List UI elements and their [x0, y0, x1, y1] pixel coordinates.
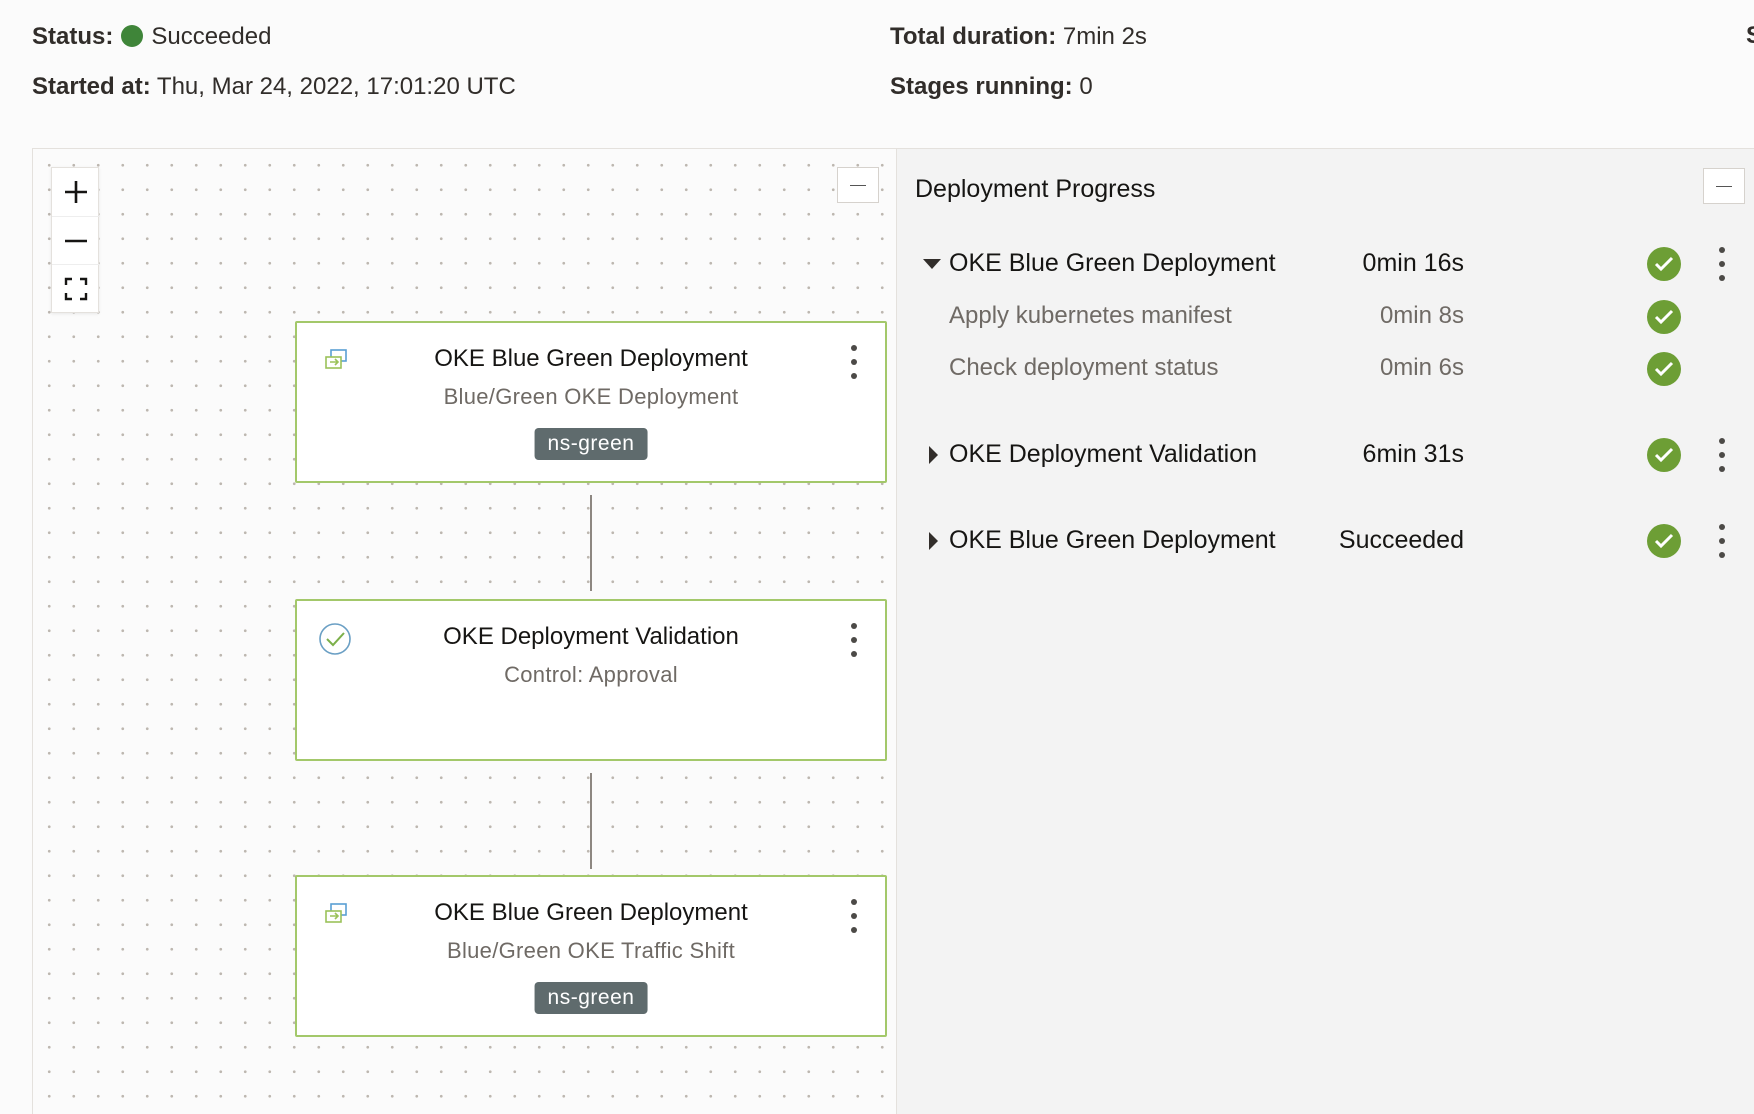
step-duration: 0min 6s: [1379, 354, 1464, 381]
stage-card[interactable]: OKE Blue Green Deployment Blue/Green OKE…: [295, 875, 887, 1037]
stage-title: OKE Deployment Validation: [443, 623, 739, 650]
success-check-icon: [1647, 247, 1681, 281]
status-label: Status:: [32, 23, 114, 50]
progress-row[interactable]: OKE Blue Green Deployment 0min 16s: [897, 244, 1754, 284]
deployment-progress-panel: Deployment Progress OKE Blue Green Deplo…: [897, 148, 1754, 1114]
progress-subrow: Apply kubernetes manifest 0min 8s: [897, 297, 1754, 337]
progress-row[interactable]: OKE Deployment Validation 6min 31s: [897, 435, 1754, 475]
pipeline-canvas[interactable]: OKE Blue Green Deployment Blue/Green OKE…: [32, 148, 897, 1114]
status-value: Succeeded: [151, 23, 272, 50]
fit-to-screen-icon: [64, 277, 88, 300]
stage-duration: 0min 16s: [1362, 249, 1464, 277]
more-actions-icon[interactable]: [849, 623, 859, 657]
caret-right-icon[interactable]: [927, 446, 939, 464]
status-field: Status: Succeeded: [32, 22, 271, 52]
success-check-icon: [1647, 300, 1681, 334]
more-actions-icon[interactable]: [1717, 524, 1727, 558]
status-dot-icon: [121, 25, 144, 47]
started-at-field: Started at: Thu, Mar 24, 2022, 17:01:20 …: [32, 72, 516, 102]
more-actions-icon[interactable]: [849, 899, 859, 933]
canvas-collapse-button[interactable]: [837, 167, 879, 203]
stage-title: OKE Blue Green Deployment: [434, 345, 748, 372]
stage-type: Control: Approval: [504, 662, 678, 687]
progress-collapse-button[interactable]: [1703, 168, 1745, 204]
stage-duration: 6min 31s: [1362, 440, 1464, 468]
success-check-icon: [1647, 524, 1681, 558]
success-check-icon: [1647, 438, 1681, 472]
namespace-badge: ns-green: [534, 982, 648, 1014]
stage-connector: [590, 495, 592, 591]
zoom-controls: [51, 167, 100, 313]
step-name: Check deployment status: [949, 354, 1219, 381]
zoom-in-icon: [65, 181, 87, 203]
caret-down-icon[interactable]: [923, 256, 941, 272]
step-name: Apply kubernetes manifest: [949, 302, 1232, 329]
stage-card[interactable]: OKE Blue Green Deployment Blue/Green OKE…: [295, 321, 887, 483]
minus-icon: [850, 184, 866, 186]
total-duration-label: Total duration:: [890, 23, 1057, 50]
more-actions-icon[interactable]: [1717, 438, 1727, 472]
clipped-header-text: S: [1746, 22, 1754, 50]
stage-type: Blue/Green OKE Deployment: [443, 384, 739, 409]
stages-running-label: Stages running:: [890, 73, 1073, 100]
stage-status: Succeeded: [1338, 526, 1464, 554]
success-check-icon: [1647, 352, 1681, 386]
zoom-out-icon: [65, 239, 87, 242]
more-actions-icon[interactable]: [849, 345, 859, 379]
caret-right-icon[interactable]: [927, 532, 939, 550]
stage-card[interactable]: OKE Deployment Validation Control: Appro…: [295, 599, 887, 761]
total-duration-field: Total duration: 7min 2s: [890, 22, 1147, 52]
stages-running-field: Stages running: 0: [890, 72, 1093, 102]
stage-title: OKE Blue Green Deployment: [434, 899, 748, 926]
stage-name: OKE Blue Green Deployment: [949, 249, 1276, 277]
progress-title: Deployment Progress: [915, 175, 1156, 203]
started-at-value: Thu, Mar 24, 2022, 17:01:20 UTC: [156, 73, 516, 100]
fit-to-screen-button[interactable]: [52, 264, 100, 312]
zoom-out-button[interactable]: [52, 216, 100, 264]
stages-running-value: 0: [1079, 73, 1093, 100]
step-duration: 0min 8s: [1379, 302, 1464, 329]
stage-name: OKE Blue Green Deployment: [949, 526, 1276, 554]
stage-connector: [590, 773, 592, 869]
namespace-badge: ns-green: [534, 428, 648, 460]
stage-name: OKE Deployment Validation: [949, 440, 1258, 468]
progress-row[interactable]: OKE Blue Green Deployment Succeeded: [897, 521, 1754, 561]
stage-type: Blue/Green OKE Traffic Shift: [446, 938, 735, 963]
more-actions-icon[interactable]: [1717, 247, 1727, 281]
zoom-in-button[interactable]: [52, 168, 100, 216]
total-duration-value: 7min 2s: [1062, 23, 1147, 50]
started-at-label: Started at:: [32, 73, 151, 100]
minus-icon: [1716, 185, 1732, 187]
progress-subrow: Check deployment status 0min 6s: [897, 349, 1754, 389]
